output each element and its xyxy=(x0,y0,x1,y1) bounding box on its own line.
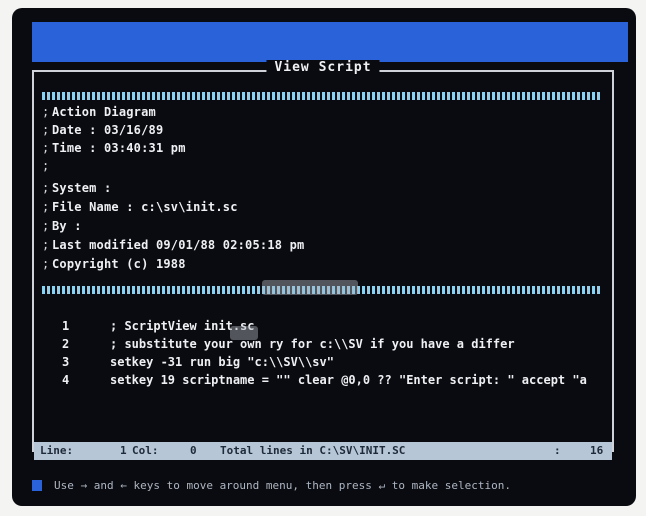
header-line-modified: Last modified 09/01/88 02:05:18 pm xyxy=(52,238,305,252)
code-line[interactable]: 4 setkey 19 scriptname = "" clear @0,0 ??… xyxy=(62,373,587,391)
header-line-filename: File Name : c:\sv\init.sc xyxy=(52,200,238,214)
menu-bar[interactable] xyxy=(32,22,628,62)
status-total-label: Total lines in C:\SV\INIT.SC xyxy=(220,444,406,457)
code-line[interactable]: 1; ScriptView init.sc xyxy=(62,319,255,337)
status-col-value: 0 xyxy=(190,444,197,457)
header-line-copyright: Copyright (c) 1988 xyxy=(52,257,186,271)
header-line-by: By : xyxy=(52,219,82,233)
header-rule-top xyxy=(42,92,602,100)
comment-marker: ; xyxy=(42,105,50,119)
window-title: View Script xyxy=(266,60,380,75)
line-number: 4 xyxy=(62,373,70,387)
header-line-date: Date : 03/16/89 xyxy=(52,123,164,137)
comment-marker: ; xyxy=(42,200,50,214)
code-line[interactable]: 3 setkey -31 run big "c:\\SV\\sv" xyxy=(62,355,334,373)
line-text: ; substitute your own ry for c:\\SV if y… xyxy=(110,337,515,351)
line-text: setkey 19 scriptname = "" clear @0,0 ?? … xyxy=(110,373,587,387)
line-number: 1 xyxy=(62,319,70,333)
photo-background: View Script ; Action Diagram ; Date : 03… xyxy=(0,0,646,516)
status-total-value: 16 xyxy=(590,444,604,457)
status-col-label: Col: xyxy=(132,444,159,457)
comment-marker: ; xyxy=(42,141,50,155)
header-line-time: Time : 03:40:31 pm xyxy=(52,141,186,155)
comment-marker: ; xyxy=(42,238,50,252)
screen-glare xyxy=(262,280,358,295)
header-line-diagram: Action Diagram xyxy=(52,105,156,119)
view-script-window: View Script ; Action Diagram ; Date : 03… xyxy=(32,60,614,452)
text-cursor-glare xyxy=(230,326,258,340)
crt-screen: View Script ; Action Diagram ; Date : 03… xyxy=(12,8,636,506)
code-line[interactable]: 2 ; substitute your own ry for c:\\SV if … xyxy=(62,337,515,355)
comment-marker: ; xyxy=(42,257,50,271)
help-text: Use → and ← keys to move around menu, th… xyxy=(54,479,511,492)
status-separator: : xyxy=(554,444,561,457)
comment-marker: ; xyxy=(42,181,50,195)
status-line-value: 1 xyxy=(120,444,127,457)
cursor-block-icon xyxy=(32,480,42,491)
comment-marker: ; xyxy=(42,123,50,137)
line-number: 3 xyxy=(62,355,70,369)
comment-marker: ; xyxy=(42,219,50,233)
line-text: setkey -31 run big "c:\\SV\\sv" xyxy=(110,355,334,369)
header-line-system: System : xyxy=(52,181,112,195)
comment-marker: ; xyxy=(42,159,50,173)
status-bar: Line: 1 Col: 0 Total lines in C:\SV\INIT… xyxy=(34,442,612,460)
status-line-label: Line: xyxy=(40,444,74,457)
line-number: 2 xyxy=(62,337,70,351)
help-line: Use → and ← keys to move around menu, th… xyxy=(32,478,628,496)
